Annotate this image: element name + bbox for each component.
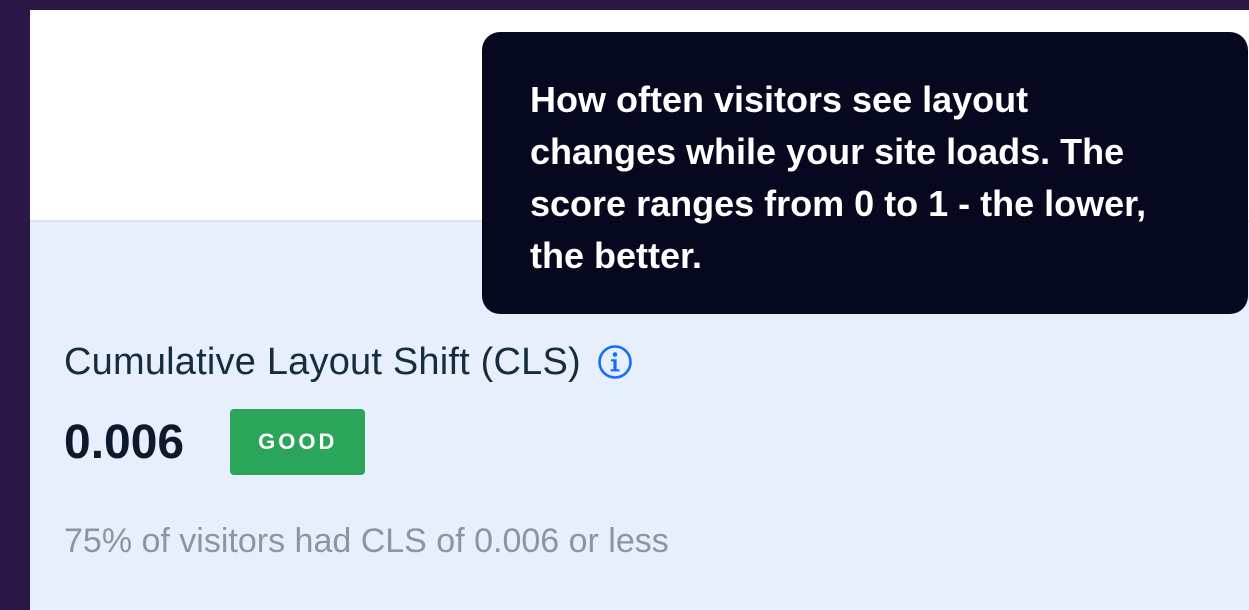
window-frame-left	[0, 0, 30, 610]
info-tooltip: How often visitors see layout changes wh…	[482, 32, 1248, 314]
metric-description: 75% of visitors had CLS of 0.006 or less	[64, 522, 669, 560]
metric-value-row: 0.006 GOOD	[64, 409, 366, 475]
status-badge: GOOD	[230, 409, 366, 475]
info-icon[interactable]	[597, 344, 633, 380]
window-frame-top	[0, 0, 1249, 10]
metric-title: Cumulative Layout Shift (CLS)	[64, 340, 581, 383]
tooltip-text: How often visitors see layout changes wh…	[530, 79, 1147, 276]
metric-title-row: Cumulative Layout Shift (CLS)	[64, 336, 633, 388]
info-icon-graphic	[598, 345, 632, 379]
metric-value: 0.006	[64, 415, 185, 469]
